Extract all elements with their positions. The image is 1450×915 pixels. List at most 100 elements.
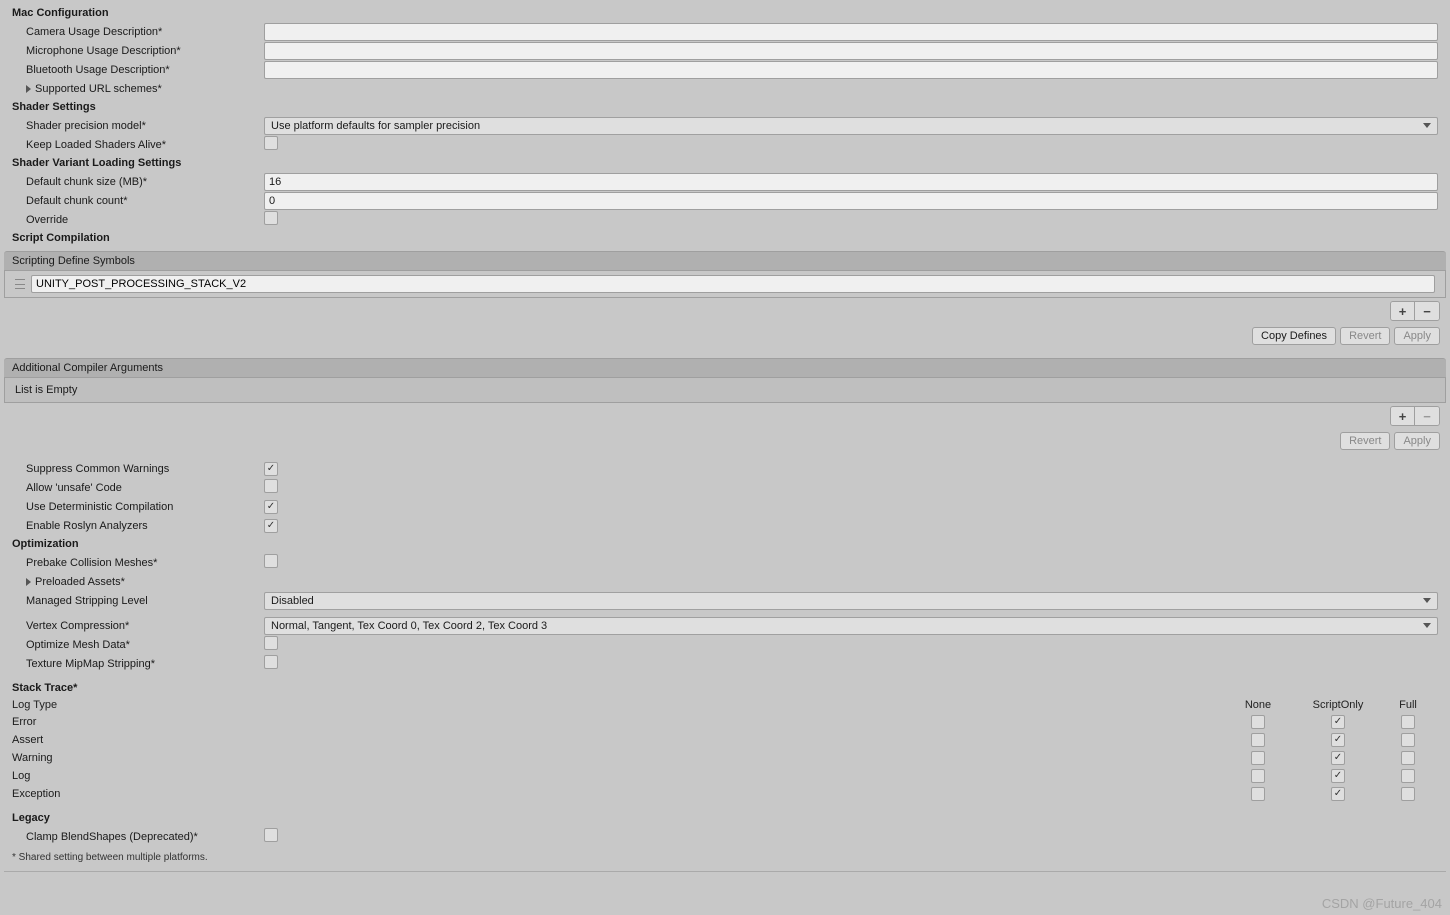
label-chunk-count: Default chunk count* bbox=[4, 195, 264, 207]
checkbox-roslyn[interactable] bbox=[264, 519, 278, 533]
section-legacy: Legacy bbox=[4, 809, 1446, 827]
label-shader-precision: Shader precision model* bbox=[4, 120, 264, 132]
checkbox-exception-scriptonly[interactable] bbox=[1331, 787, 1345, 801]
chevron-down-icon bbox=[1423, 123, 1431, 128]
stacktrace-row-warning: Warning bbox=[4, 749, 1446, 767]
label-allow-unsafe: Allow 'unsafe' Code bbox=[4, 482, 264, 494]
stacktrace-col-logtype: Log Type bbox=[12, 699, 1218, 711]
section-script-compilation: Script Compilation bbox=[4, 229, 1446, 247]
stacktrace-col-scriptonly: ScriptOnly bbox=[1298, 699, 1378, 711]
checkbox-assert-full[interactable] bbox=[1401, 733, 1415, 747]
stacktrace-row-exception: Exception bbox=[4, 785, 1446, 803]
apply-compiler-args-button[interactable]: Apply bbox=[1394, 432, 1440, 450]
checkbox-error-scriptonly[interactable] bbox=[1331, 715, 1345, 729]
checkbox-log-full[interactable] bbox=[1401, 769, 1415, 783]
stacktrace-row-assert: Assert bbox=[4, 731, 1446, 749]
label-chunk-size: Default chunk size (MB)* bbox=[4, 176, 264, 188]
dropdown-shader-precision[interactable]: Use platform defaults for sampler precis… bbox=[264, 117, 1438, 135]
additional-compiler-args-empty: List is Empty bbox=[4, 378, 1446, 403]
revert-defines-button[interactable]: Revert bbox=[1340, 327, 1390, 345]
stacktrace-row-label: Log bbox=[12, 770, 1218, 782]
checkbox-error-none[interactable] bbox=[1251, 715, 1265, 729]
dropdown-vertex-compression-value: Normal, Tangent, Tex Coord 0, Tex Coord … bbox=[271, 620, 547, 632]
stacktrace-row-label: Warning bbox=[12, 752, 1218, 764]
checkbox-keep-shaders-alive[interactable] bbox=[264, 136, 278, 150]
checkbox-log-none[interactable] bbox=[1251, 769, 1265, 783]
foldout-url-schemes-icon[interactable] bbox=[26, 85, 31, 93]
checkbox-prebake[interactable] bbox=[264, 554, 278, 568]
label-override: Override bbox=[4, 214, 264, 226]
revert-compiler-args-button[interactable]: Revert bbox=[1340, 432, 1390, 450]
input-microphone-usage[interactable] bbox=[264, 42, 1438, 60]
label-vertex-compression: Vertex Compression* bbox=[4, 620, 264, 632]
checkbox-warning-full[interactable] bbox=[1401, 751, 1415, 765]
stacktrace-row-label: Error bbox=[12, 716, 1218, 728]
define-add-button[interactable]: + bbox=[1391, 302, 1415, 320]
stacktrace-row-label: Assert bbox=[12, 734, 1218, 746]
dropdown-stripping-level[interactable]: Disabled bbox=[264, 592, 1438, 610]
checkbox-warning-none[interactable] bbox=[1251, 751, 1265, 765]
section-optimization: Optimization bbox=[4, 535, 1446, 553]
input-camera-usage[interactable] bbox=[264, 23, 1438, 41]
chevron-down-icon bbox=[1423, 623, 1431, 628]
input-chunk-size[interactable] bbox=[264, 173, 1438, 191]
checkbox-log-scriptonly[interactable] bbox=[1331, 769, 1345, 783]
checkbox-error-full[interactable] bbox=[1401, 715, 1415, 729]
drag-handle-icon[interactable] bbox=[15, 279, 25, 289]
define-remove-button[interactable]: − bbox=[1415, 302, 1439, 320]
label-suppress-warnings: Suppress Common Warnings bbox=[4, 463, 264, 475]
section-shader-variant: Shader Variant Loading Settings bbox=[4, 154, 1446, 172]
scripting-define-symbols-list bbox=[4, 271, 1446, 298]
label-mipmap-stripping: Texture MipMap Stripping* bbox=[4, 658, 264, 670]
checkbox-mipmap-stripping[interactable] bbox=[264, 655, 278, 669]
apply-defines-button[interactable]: Apply bbox=[1394, 327, 1440, 345]
stacktrace-row-label: Exception bbox=[12, 788, 1218, 800]
foldout-preloaded-icon[interactable] bbox=[26, 578, 31, 586]
copy-defines-button[interactable]: Copy Defines bbox=[1252, 327, 1336, 345]
chevron-down-icon bbox=[1423, 598, 1431, 603]
label-deterministic: Use Deterministic Compilation bbox=[4, 501, 264, 513]
scripting-define-symbols-header: Scripting Define Symbols bbox=[4, 251, 1446, 271]
checkbox-optimize-mesh[interactable] bbox=[264, 636, 278, 650]
checkbox-allow-unsafe[interactable] bbox=[264, 479, 278, 493]
section-shader-settings: Shader Settings bbox=[4, 98, 1446, 116]
input-chunk-count[interactable] bbox=[264, 192, 1438, 210]
checkbox-clamp-blendshapes[interactable] bbox=[264, 828, 278, 842]
dropdown-stripping-level-value: Disabled bbox=[271, 595, 314, 607]
label-bluetooth-usage: Bluetooth Usage Description* bbox=[4, 64, 264, 76]
section-stack-trace: Stack Trace* bbox=[4, 679, 1446, 697]
label-keep-shaders-alive: Keep Loaded Shaders Alive* bbox=[4, 139, 264, 151]
dropdown-vertex-compression[interactable]: Normal, Tangent, Tex Coord 0, Tex Coord … bbox=[264, 617, 1438, 635]
label-microphone-usage: Microphone Usage Description* bbox=[4, 45, 264, 57]
label-url-schemes[interactable]: Supported URL schemes* bbox=[35, 83, 162, 95]
label-stripping-level: Managed Stripping Level bbox=[4, 595, 264, 607]
additional-compiler-args-header: Additional Compiler Arguments bbox=[4, 358, 1446, 378]
label-prebake: Prebake Collision Meshes* bbox=[4, 557, 264, 569]
label-roslyn: Enable Roslyn Analyzers bbox=[4, 520, 264, 532]
stacktrace-row-log: Log bbox=[4, 767, 1446, 785]
label-clamp-blendshapes: Clamp BlendShapes (Deprecated)* bbox=[4, 831, 264, 843]
section-mac-configuration: Mac Configuration bbox=[4, 4, 1446, 22]
label-optimize-mesh: Optimize Mesh Data* bbox=[4, 639, 264, 651]
checkbox-deterministic[interactable] bbox=[264, 500, 278, 514]
watermark: CSDN @Future_404 bbox=[1322, 896, 1442, 911]
checkbox-exception-full[interactable] bbox=[1401, 787, 1415, 801]
checkbox-warning-scriptonly[interactable] bbox=[1331, 751, 1345, 765]
stacktrace-row-error: Error bbox=[4, 713, 1446, 731]
checkbox-suppress-warnings[interactable] bbox=[264, 462, 278, 476]
checkbox-exception-none[interactable] bbox=[1251, 787, 1265, 801]
stacktrace-col-none: None bbox=[1218, 699, 1298, 711]
dropdown-shader-precision-value: Use platform defaults for sampler precis… bbox=[271, 120, 480, 132]
stacktrace-col-full: Full bbox=[1378, 699, 1438, 711]
define-symbol-input[interactable] bbox=[31, 275, 1435, 293]
checkbox-assert-scriptonly[interactable] bbox=[1331, 733, 1345, 747]
checkbox-assert-none[interactable] bbox=[1251, 733, 1265, 747]
label-camera-usage: Camera Usage Description* bbox=[4, 26, 264, 38]
define-symbol-row bbox=[5, 271, 1445, 297]
compiler-args-add-button[interactable]: + bbox=[1391, 407, 1415, 425]
shared-setting-footnote: * Shared setting between multiple platfo… bbox=[4, 846, 1446, 869]
label-preloaded-assets[interactable]: Preloaded Assets* bbox=[35, 576, 125, 588]
input-bluetooth-usage[interactable] bbox=[264, 61, 1438, 79]
compiler-args-remove-button[interactable]: − bbox=[1415, 407, 1439, 425]
checkbox-override[interactable] bbox=[264, 211, 278, 225]
